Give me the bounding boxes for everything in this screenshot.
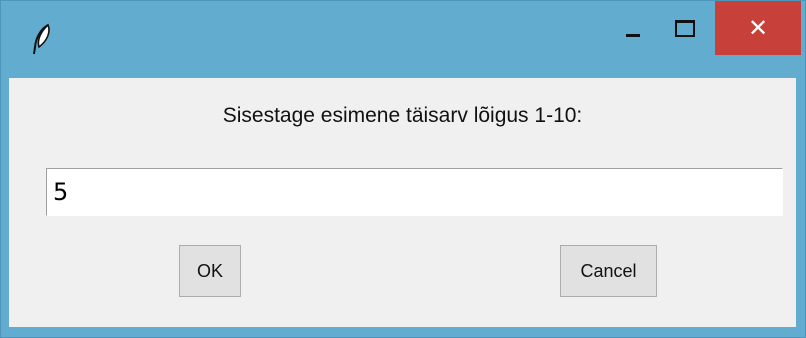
dialog-body: Sisestage esimene täisarv lõigus 1-10: O… [9,78,796,327]
maximize-icon [675,19,695,37]
minimize-button[interactable] [605,1,661,55]
integer-input[interactable] [46,168,783,216]
close-icon: ✕ [747,14,769,42]
minimize-icon [626,33,640,37]
close-button[interactable]: ✕ [715,1,801,55]
prompt-label: Sisestage esimene täisarv lõigus 1-10: [222,104,583,127]
title-bar[interactable]: ✕ [1,1,805,78]
ok-button[interactable]: OK [179,245,241,297]
dialog-window: ✕ Sisestage esimene täisarv lõigus 1-10:… [0,0,806,338]
cancel-button[interactable]: Cancel [560,245,657,297]
maximize-button[interactable] [657,1,713,55]
feather-icon [33,23,50,55]
